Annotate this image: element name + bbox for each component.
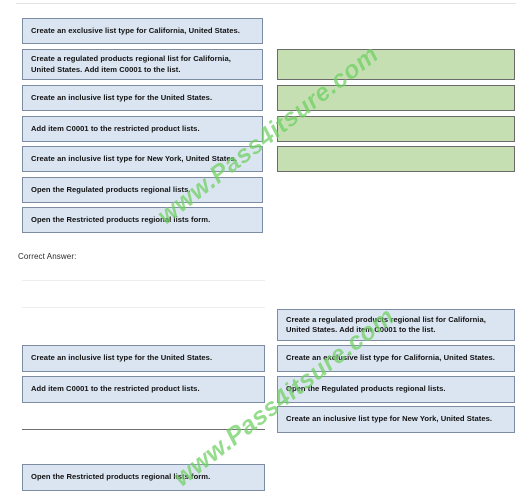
answer-blank-rule-1 bbox=[22, 280, 265, 281]
question-action-label-7: Open the Restricted products regional li… bbox=[31, 214, 211, 224]
question-action-tile-6[interactable]: Open the Regulated products regional lis… bbox=[22, 177, 263, 203]
answer-right-tile-2[interactable]: Create an exclusive list type for Califo… bbox=[277, 345, 515, 372]
answer-blank-rule-2 bbox=[22, 307, 265, 308]
answer-right-tile-3[interactable]: Open the Regulated products regional lis… bbox=[277, 376, 515, 403]
question-action-label-2: Create a regulated products regional lis… bbox=[31, 54, 231, 74]
answer-right-label-4: Create an inclusive list type for New Yo… bbox=[286, 414, 493, 424]
answer-right-label-1: Create a regulated products regional lis… bbox=[286, 314, 486, 334]
question-action-tile-1[interactable]: Create an exclusive list type for Califo… bbox=[22, 18, 263, 44]
question-action-label-4: Add item C0001 to the restricted product… bbox=[31, 123, 200, 133]
top-divider bbox=[16, 3, 516, 4]
answer-right-tile-1[interactable]: Create a regulated products regional lis… bbox=[277, 309, 515, 341]
answer-left-tile-3[interactable]: Open the Restricted products regional li… bbox=[22, 464, 265, 491]
answer-right-tile-4[interactable]: Create an inclusive list type for New Yo… bbox=[277, 406, 515, 433]
screenshot-canvas: Create an exclusive list type for Califo… bbox=[0, 0, 530, 503]
question-action-tile-4[interactable]: Add item C0001 to the restricted product… bbox=[22, 116, 263, 142]
answer-left-label-1: Create an inclusive list type for the Un… bbox=[31, 353, 213, 363]
question-action-label-1: Create an exclusive list type for Califo… bbox=[31, 25, 240, 35]
question-action-tile-7[interactable]: Open the Restricted products regional li… bbox=[22, 207, 263, 233]
answer-left-tile-2[interactable]: Add item C0001 to the restricted product… bbox=[22, 376, 265, 403]
answer-separator-rule bbox=[22, 429, 265, 430]
question-action-tile-5[interactable]: Create an inclusive list type for New Yo… bbox=[22, 146, 263, 172]
answer-drop-slot-3[interactable] bbox=[277, 116, 515, 142]
answer-left-tile-1[interactable]: Create an inclusive list type for the Un… bbox=[22, 345, 265, 372]
question-action-label-6: Open the Regulated products regional lis… bbox=[31, 184, 191, 194]
correct-answer-label: Correct Answer: bbox=[18, 252, 77, 261]
question-action-label-5: Create an inclusive list type for New Yo… bbox=[31, 153, 238, 163]
answer-left-label-3: Open the Restricted products regional li… bbox=[31, 472, 211, 482]
question-action-tile-2[interactable]: Create a regulated products regional lis… bbox=[22, 49, 263, 80]
answer-left-label-2: Add item C0001 to the restricted product… bbox=[31, 384, 200, 394]
answer-right-label-2: Create an exclusive list type for Califo… bbox=[286, 353, 495, 363]
answer-right-label-3: Open the Regulated products regional lis… bbox=[286, 384, 446, 394]
answer-drop-slot-2[interactable] bbox=[277, 85, 515, 111]
question-action-label-3: Create an inclusive list type for the Un… bbox=[31, 92, 213, 102]
question-action-tile-3[interactable]: Create an inclusive list type for the Un… bbox=[22, 85, 263, 111]
answer-drop-slot-1[interactable] bbox=[277, 49, 515, 80]
answer-drop-slot-4[interactable] bbox=[277, 146, 515, 172]
